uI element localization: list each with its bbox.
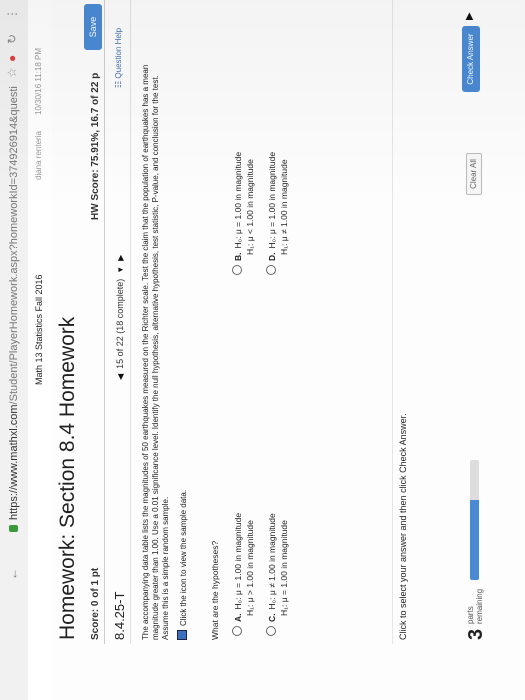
parts-remaining-count: 3 xyxy=(465,628,487,640)
radio-button[interactable] xyxy=(232,265,242,275)
question-text-line: magnitude greater than 1.00. Use a 0.01 … xyxy=(151,75,160,640)
next-question-icon[interactable]: ▶ xyxy=(116,255,125,261)
save-button[interactable]: Save xyxy=(84,4,102,50)
address-bar[interactable]: ← https://www.mathxl.com/Student/PlayerH… xyxy=(0,0,29,700)
option-d[interactable]: D.H₀: μ = 1.00 in magnitude H₁: μ ≠ 1.00… xyxy=(266,152,290,275)
lock-icon xyxy=(9,525,18,532)
back-arrow-icon[interactable]: ← xyxy=(6,566,20,580)
question-progress: 15 of 22 (18 complete) xyxy=(115,278,125,369)
page-title: Homework: Section 8.4 Homework xyxy=(56,316,79,640)
question-text-line: Assume this is a simple random sample. xyxy=(161,496,170,640)
question-prompt: What are the hypotheses? xyxy=(210,540,220,640)
radio-button[interactable] xyxy=(232,626,242,636)
refresh-icon[interactable]: ↻ xyxy=(5,34,19,44)
question-navigator[interactable]: ◀ 15 of 22 (18 complete) ▼ ▶ xyxy=(115,255,125,380)
menu-icon[interactable]: ⋮ xyxy=(5,8,19,20)
option-b[interactable]: B.H₀: μ = 1.00 in magnitude H₁: μ < 1.00… xyxy=(232,152,256,275)
check-answer-button[interactable]: Check Answer xyxy=(462,26,480,92)
option-a[interactable]: A.H₀: μ = 1.00 in magnitude H₁: μ > 1.00… xyxy=(232,513,256,636)
prev-question-icon[interactable]: ◀ xyxy=(116,374,125,380)
sample-data-link[interactable]: Click the icon to view the sample data. xyxy=(177,490,188,640)
question-score: Score: 0 of 1 pt xyxy=(90,567,101,640)
user-name: diana renteria xyxy=(34,131,43,180)
divider xyxy=(130,0,131,644)
dropdown-icon[interactable]: ▼ xyxy=(116,266,125,274)
question-text-line: The accompanying data table lists the ma… xyxy=(141,64,150,640)
question-help-link[interactable]: ☷ Question Help xyxy=(114,28,123,88)
next-arrow-icon[interactable]: ▶ xyxy=(464,12,475,20)
question-number: 8.4.25-T xyxy=(112,591,127,640)
instruction-text: Click to select your answer and then cli… xyxy=(398,413,408,640)
parts-progress-bar xyxy=(470,460,479,580)
photo-scene: ← https://www.mathxl.com/Student/PlayerH… xyxy=(0,0,525,700)
data-table-icon[interactable] xyxy=(177,630,187,640)
datetime: 10/30/16 11:18 PM xyxy=(34,47,43,115)
option-c[interactable]: C.H₀: μ ≠ 1.00 in magnitude H₁: μ = 1.00… xyxy=(266,513,290,636)
extension-icon[interactable]: ● xyxy=(5,55,19,62)
divider xyxy=(392,0,393,644)
browser-window: ← https://www.mathxl.com/Student/PlayerH… xyxy=(0,0,525,700)
rotated-screen-photo: ← https://www.mathxl.com/Student/PlayerH… xyxy=(0,0,525,700)
hw-score: HW Score: 75.91%, 16.7 of 22 p xyxy=(90,72,101,220)
star-icon[interactable]: ☆ xyxy=(5,67,19,78)
radio-button[interactable] xyxy=(266,626,276,636)
divider xyxy=(104,0,105,644)
course-name: Math 13 Statistics Fall 2016 xyxy=(34,274,44,385)
parts-remaining-label: parts remaining xyxy=(466,588,484,624)
url-text[interactable]: https://www.mathxl.com/Student/PlayerHom… xyxy=(8,86,20,520)
clear-all-button[interactable]: Clear All xyxy=(466,153,482,195)
radio-button[interactable] xyxy=(266,265,276,275)
parts-progress-fill xyxy=(470,499,479,580)
